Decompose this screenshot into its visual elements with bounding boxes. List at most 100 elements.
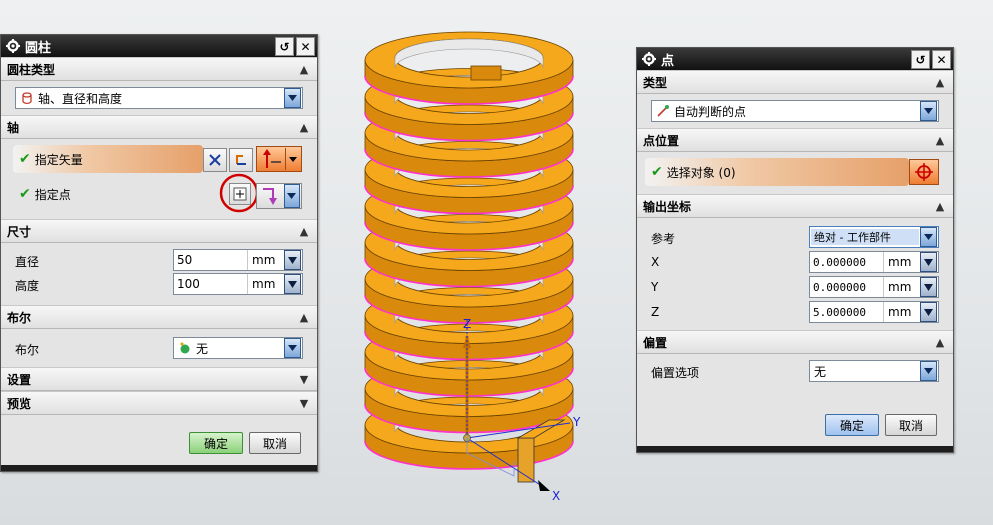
height-value[interactable]: 100 [174, 274, 248, 294]
output-coords-body: 参考 绝对 - 工作部件 X 0.000000 mm Y 0.000000 mm… [637, 218, 953, 330]
specify-point-label: 指定点 [34, 187, 71, 202]
chevron-up-icon[interactable]: ▲ [931, 132, 949, 148]
y-value[interactable]: 0.000000 [810, 277, 884, 297]
section-cylinder-type[interactable]: 圆柱类型 ▲ [1, 57, 317, 81]
x-axis-label: X [552, 489, 560, 503]
section-dimensions[interactable]: 尺寸 ▲ [1, 219, 317, 243]
point-type-button[interactable] [256, 183, 302, 209]
z-value[interactable]: 5.000000 [810, 302, 884, 322]
select-object-row[interactable]: ✔ 选择对象 (0) [645, 158, 909, 186]
x-label: X [651, 255, 660, 269]
arrow-down-icon[interactable] [284, 274, 301, 294]
vector-dialog-icon[interactable] [203, 148, 227, 172]
ok-button[interactable]: 确定 [825, 414, 879, 436]
boolean-label: 布尔 [15, 343, 40, 357]
arrow-down-icon[interactable] [920, 302, 937, 322]
axis-type-icon [20, 91, 34, 105]
arrow-down-icon[interactable] [284, 250, 301, 270]
close-icon[interactable]: ✕ [932, 50, 951, 69]
arrow-down-icon[interactable] [920, 277, 937, 297]
cylinder-type-dropdown[interactable]: 轴、直径和高度 [15, 87, 303, 109]
section-point-location[interactable]: 点位置 ▲ [637, 128, 953, 152]
chevron-down-icon[interactable] [920, 227, 937, 247]
chevron-down-icon[interactable]: ▼ [295, 395, 313, 411]
cylinder-type-value: 轴、直径和高度 [38, 91, 123, 106]
select-object-label: 选择对象 (0) [666, 165, 736, 180]
offset-option-dropdown[interactable]: 无 [809, 360, 939, 382]
point-constructor-button[interactable] [909, 159, 939, 185]
chevron-up-icon[interactable]: ▲ [295, 61, 313, 77]
coil-end-face [470, 65, 502, 81]
chevron-up-icon[interactable]: ▲ [295, 119, 313, 135]
section-axis[interactable]: 轴 ▲ [1, 115, 317, 139]
spring-model[interactable]: Z Y X [340, 18, 610, 508]
cancel-button[interactable]: 取消 [885, 414, 937, 436]
y-unit: mm [888, 280, 912, 294]
chevron-up-icon[interactable]: ▲ [295, 309, 313, 325]
section-title: 偏置 [643, 335, 668, 350]
inferred-point-icon [656, 104, 670, 118]
dialog-footer-strip [637, 446, 953, 452]
section-boolean[interactable]: 布尔 ▲ [1, 305, 317, 329]
type-row: 轴、直径和高度 [1, 81, 317, 115]
z-axis-label: Z [463, 317, 471, 331]
gear-icon[interactable] [5, 38, 21, 54]
chevron-down-icon[interactable] [284, 88, 301, 108]
reference-dropdown[interactable]: 绝对 - 工作部件 [809, 226, 939, 248]
dialog-footer-strip [1, 465, 317, 471]
boolean-dropdown[interactable]: 无 [173, 337, 303, 359]
section-output-coords[interactable]: 输出坐标 ▲ [637, 194, 953, 218]
point-dialog-titlebar[interactable]: 点 ↺ ✕ [637, 48, 953, 70]
x-field[interactable]: 0.000000 mm [809, 251, 939, 273]
chevron-up-icon[interactable]: ▲ [931, 74, 949, 90]
section-preview[interactable]: 预览 ▼ [1, 391, 317, 415]
section-title: 尺寸 [7, 224, 32, 239]
reset-icon[interactable]: ↺ [911, 50, 930, 69]
boolean-body: 布尔 无 [1, 329, 317, 367]
checkmark-icon: ✔ [651, 164, 663, 180]
chevron-up-icon[interactable]: ▲ [931, 334, 949, 350]
height-unit: mm [252, 277, 276, 291]
reset-icon[interactable]: ↺ [275, 37, 294, 56]
chevron-up-icon[interactable]: ▲ [295, 223, 313, 239]
chevron-down-icon[interactable] [284, 338, 301, 358]
section-title: 预览 [7, 396, 32, 411]
specify-vector-row[interactable]: ✔ 指定矢量 [13, 145, 203, 173]
chevron-down-icon[interactable]: ▼ [295, 371, 313, 387]
cylinder-dialog-titlebar[interactable]: 圆柱 ↺ ✕ [1, 35, 317, 57]
close-icon[interactable]: ✕ [296, 37, 315, 56]
chevron-down-icon[interactable] [283, 184, 300, 208]
chevron-down-icon[interactable] [920, 101, 937, 121]
diameter-value[interactable]: 50 [174, 250, 248, 270]
ok-button[interactable]: 确定 [189, 432, 243, 454]
cancel-button[interactable]: 取消 [249, 432, 301, 454]
vector-type-button[interactable] [256, 146, 302, 172]
reference-value: 绝对 - 工作部件 [811, 229, 919, 245]
z-field[interactable]: 5.000000 mm [809, 301, 939, 323]
z-label: Z [651, 305, 660, 319]
chevron-down-icon[interactable] [920, 361, 937, 381]
diameter-field[interactable]: 50 mm [173, 249, 303, 271]
chevron-up-icon[interactable]: ▲ [931, 198, 949, 214]
gear-icon[interactable] [641, 51, 657, 67]
offset-option-label: 偏置选项 [651, 366, 700, 380]
point-type-dropdown[interactable]: 自动判断的点 [651, 100, 939, 122]
section-settings[interactable]: 设置 ▼ [1, 367, 317, 391]
height-label: 高度 [15, 279, 40, 293]
section-title: 设置 [7, 372, 32, 387]
section-offset[interactable]: 偏置 ▲ [637, 330, 953, 354]
point-type-value: 自动判断的点 [674, 104, 747, 119]
section-point-type[interactable]: 类型 ▲ [637, 70, 953, 94]
chevron-down-icon[interactable] [285, 148, 300, 170]
section-title: 点位置 [643, 133, 680, 148]
specify-point-row[interactable]: ✔ 指定点 [13, 183, 71, 205]
x-value[interactable]: 0.000000 [810, 252, 884, 272]
arrow-down-icon[interactable] [920, 252, 937, 272]
cylinder-dialog: 圆柱 ↺ ✕ 圆柱类型 ▲ 轴、直径和高度 轴 ▲ ✔ 指定矢量 ✔ 指定点 尺… [0, 34, 318, 472]
reverse-direction-icon[interactable] [229, 148, 253, 172]
section-title: 轴 [7, 120, 20, 135]
annotation-circle [219, 173, 259, 213]
y-field[interactable]: 0.000000 mm [809, 276, 939, 298]
diameter-unit: mm [252, 253, 276, 267]
height-field[interactable]: 100 mm [173, 273, 303, 295]
